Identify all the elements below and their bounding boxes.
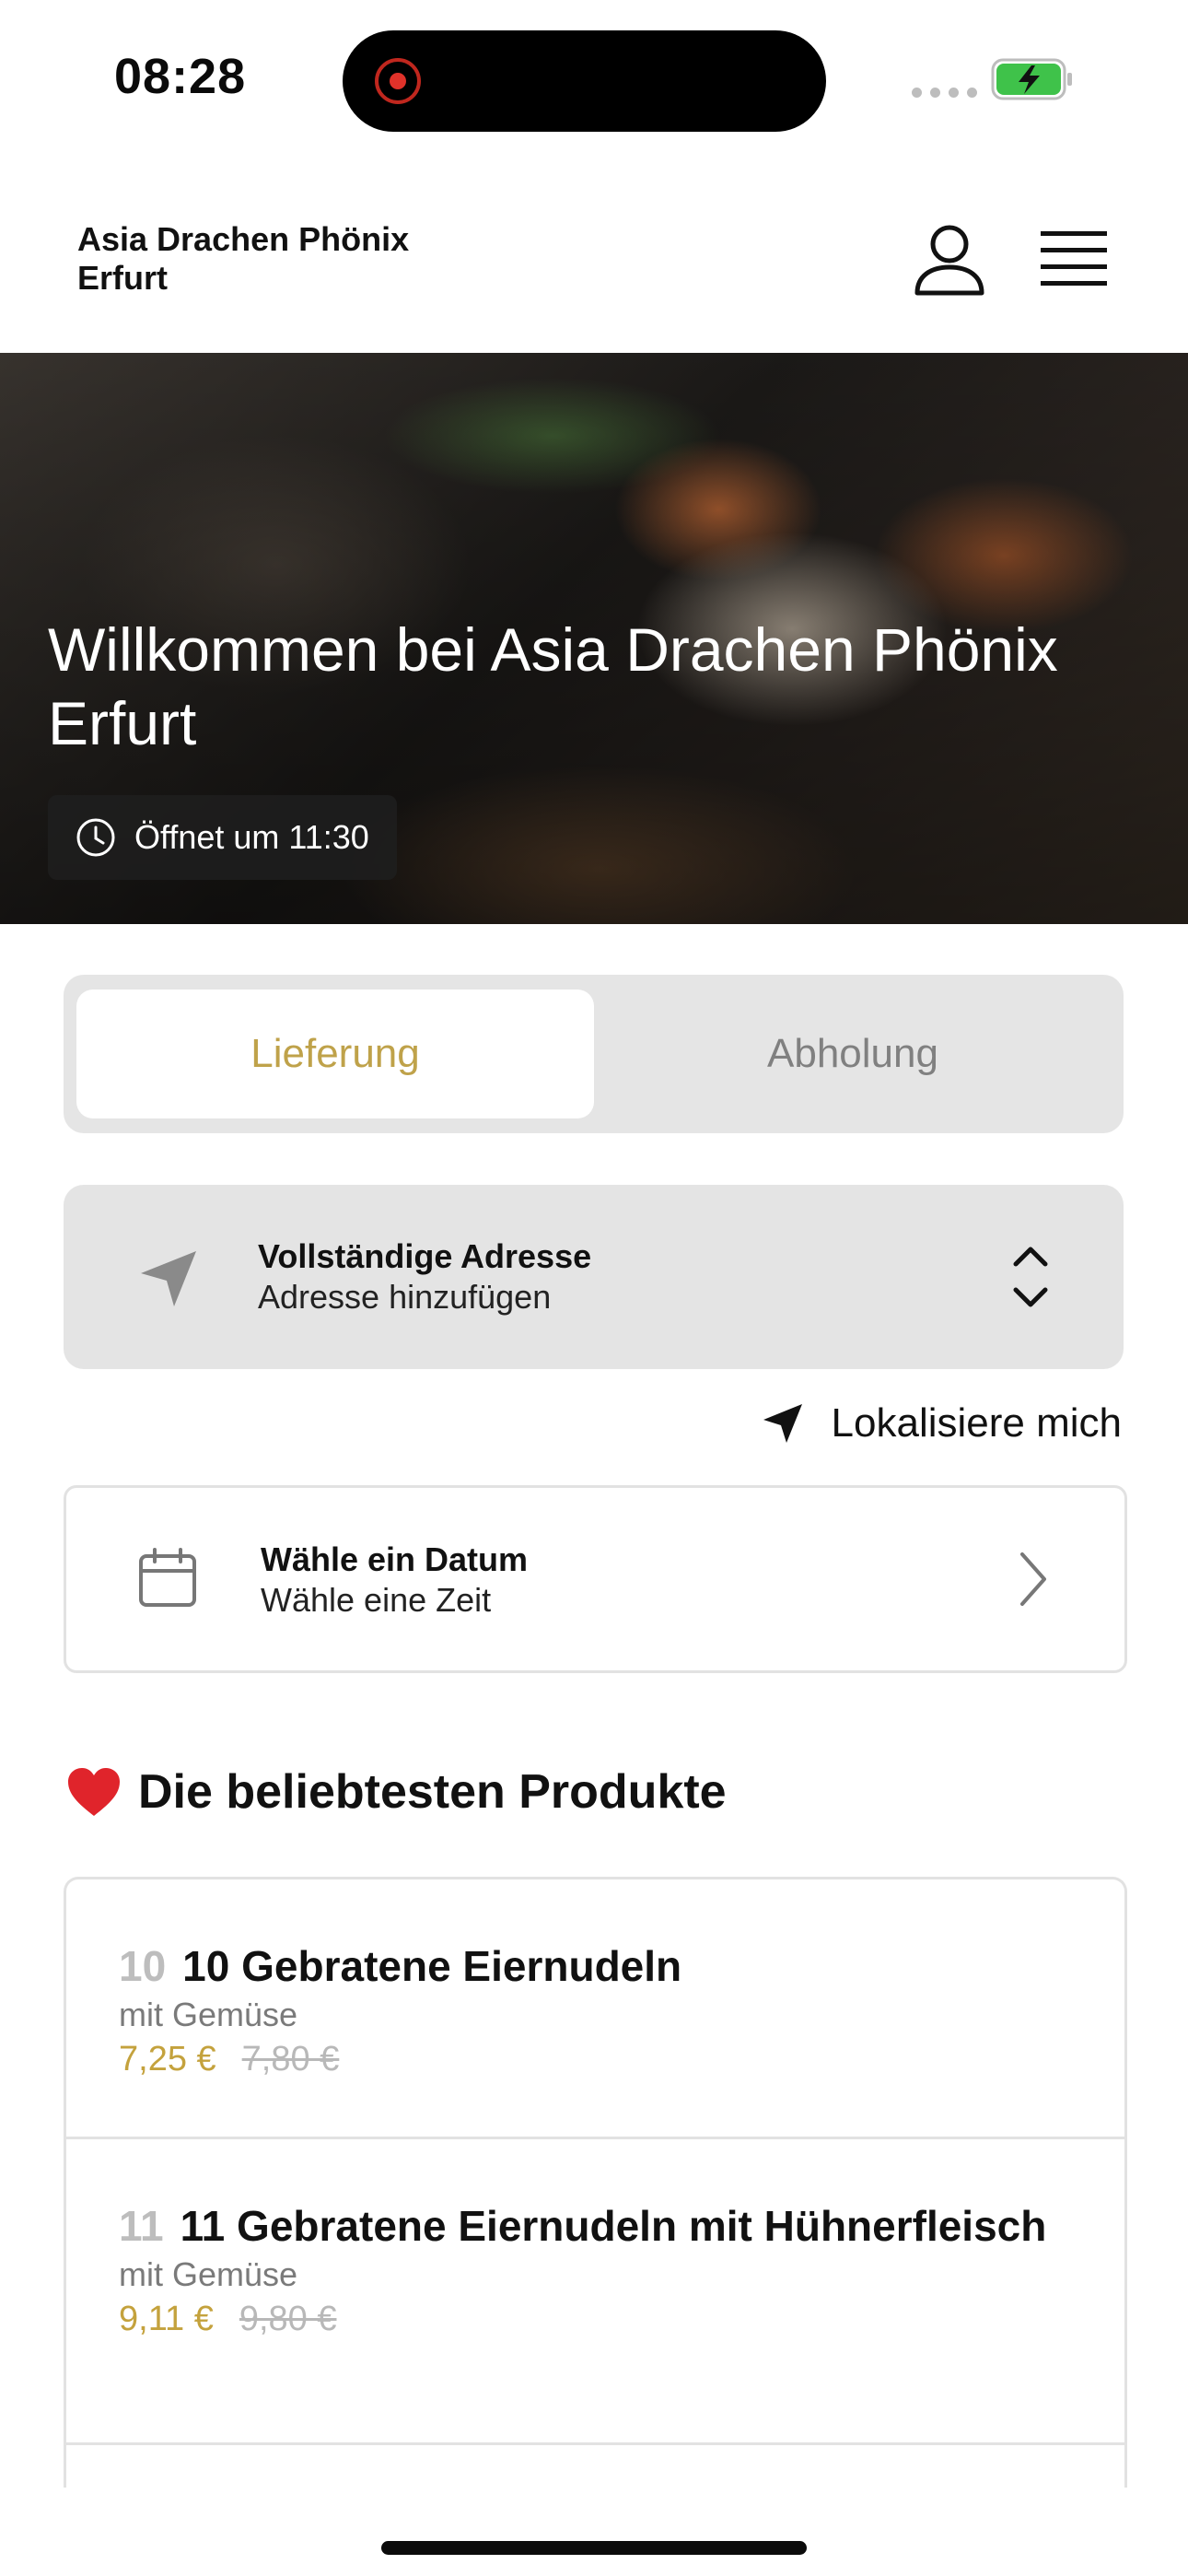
product-price: 9,11 € bbox=[119, 2300, 214, 2338]
date-title: Wähle ein Datum bbox=[261, 1540, 529, 1578]
product-price: 7,25 € bbox=[119, 2040, 216, 2078]
product-list: 10 10 Gebratene Eiernudeln mit Gemüse 7,2… bbox=[64, 1877, 1127, 2488]
product-description: mit Gemüse bbox=[119, 2255, 298, 2293]
heart-icon bbox=[68, 1768, 120, 1816]
opening-badge: Öffnet um 11:30 bbox=[48, 795, 397, 880]
status-time: 08:28 bbox=[114, 49, 247, 104]
order-mode-toggle: Lieferung Abholung bbox=[64, 975, 1124, 1133]
opening-time: Öffnet um 11:30 bbox=[134, 818, 369, 856]
clock-icon bbox=[76, 818, 115, 857]
product-name: 10 Gebratene Eiernudeln bbox=[182, 1942, 682, 1990]
product-name: 11 Gebratene Eiernudeln mit Hühnerfleisc… bbox=[180, 2202, 1047, 2250]
chevron-up-down-icon bbox=[1013, 1247, 1048, 1307]
product-description: mit Gemüse bbox=[119, 1996, 298, 2033]
brand-line-2: Erfurt bbox=[77, 259, 168, 297]
menu-icon[interactable] bbox=[1039, 228, 1109, 288]
product-item[interactable]: 11 11 Gebratene Eiernudeln mit Hühnerflei… bbox=[66, 2139, 1124, 2445]
popular-products-heading: Die beliebtesten Produkte bbox=[66, 1764, 727, 1820]
hero-banner: Willkommen bei Asia Drachen Phönix Erfur… bbox=[0, 353, 1188, 924]
record-icon bbox=[375, 58, 421, 104]
user-icon[interactable] bbox=[912, 223, 987, 299]
app-header: Asia Drachen Phönix Erfurt bbox=[0, 161, 1188, 353]
hero-title: Willkommen bei Asia Drachen Phönix Erfur… bbox=[48, 615, 1058, 757]
signal-icon bbox=[912, 88, 977, 98]
tab-delivery[interactable]: Lieferung bbox=[76, 989, 594, 1118]
address-selector[interactable]: Vollständige Adresse Adresse hinzufügen bbox=[64, 1185, 1124, 1369]
product-old-price: 7,80 € bbox=[241, 2040, 340, 2078]
address-subtitle: Adresse hinzufügen bbox=[258, 1278, 552, 1316]
restaurant-name[interactable]: Asia Drachen Phönix Erfurt bbox=[77, 220, 409, 298]
tab-pickup[interactable]: Abholung bbox=[594, 989, 1112, 1118]
battery-icon bbox=[991, 58, 1072, 100]
calendar-icon bbox=[139, 1548, 196, 1607]
brand-line-1: Asia Drachen Phönix bbox=[77, 220, 410, 258]
navigation-arrow-icon bbox=[141, 1251, 196, 1306]
product-item[interactable]: 10 10 Gebratene Eiernudeln mit Gemüse 7,2… bbox=[66, 1879, 1124, 2139]
time-subtitle: Wähle eine Zeit bbox=[261, 1581, 492, 1619]
locate-me-label: Lokalisiere mich bbox=[831, 1400, 1122, 1446]
date-time-selector[interactable]: Wähle ein Datum Wähle eine Zeit bbox=[64, 1485, 1127, 1673]
chevron-right-icon bbox=[1020, 1552, 1046, 1606]
popular-products-title: Die beliebtesten Produkte bbox=[138, 1765, 727, 1819]
product-number: 10 bbox=[119, 1942, 167, 1990]
status-bar: 08:28 bbox=[0, 0, 1188, 161]
address-title: Vollständige Adresse bbox=[258, 1237, 592, 1275]
product-number: 11 bbox=[119, 2202, 164, 2250]
location-arrow-icon bbox=[763, 1404, 802, 1443]
home-indicator[interactable] bbox=[381, 2541, 807, 2555]
dynamic-island bbox=[343, 30, 826, 132]
locate-me-button[interactable]: Lokalisiere mich bbox=[762, 1400, 1122, 1446]
product-old-price: 9,80 € bbox=[239, 2300, 337, 2338]
